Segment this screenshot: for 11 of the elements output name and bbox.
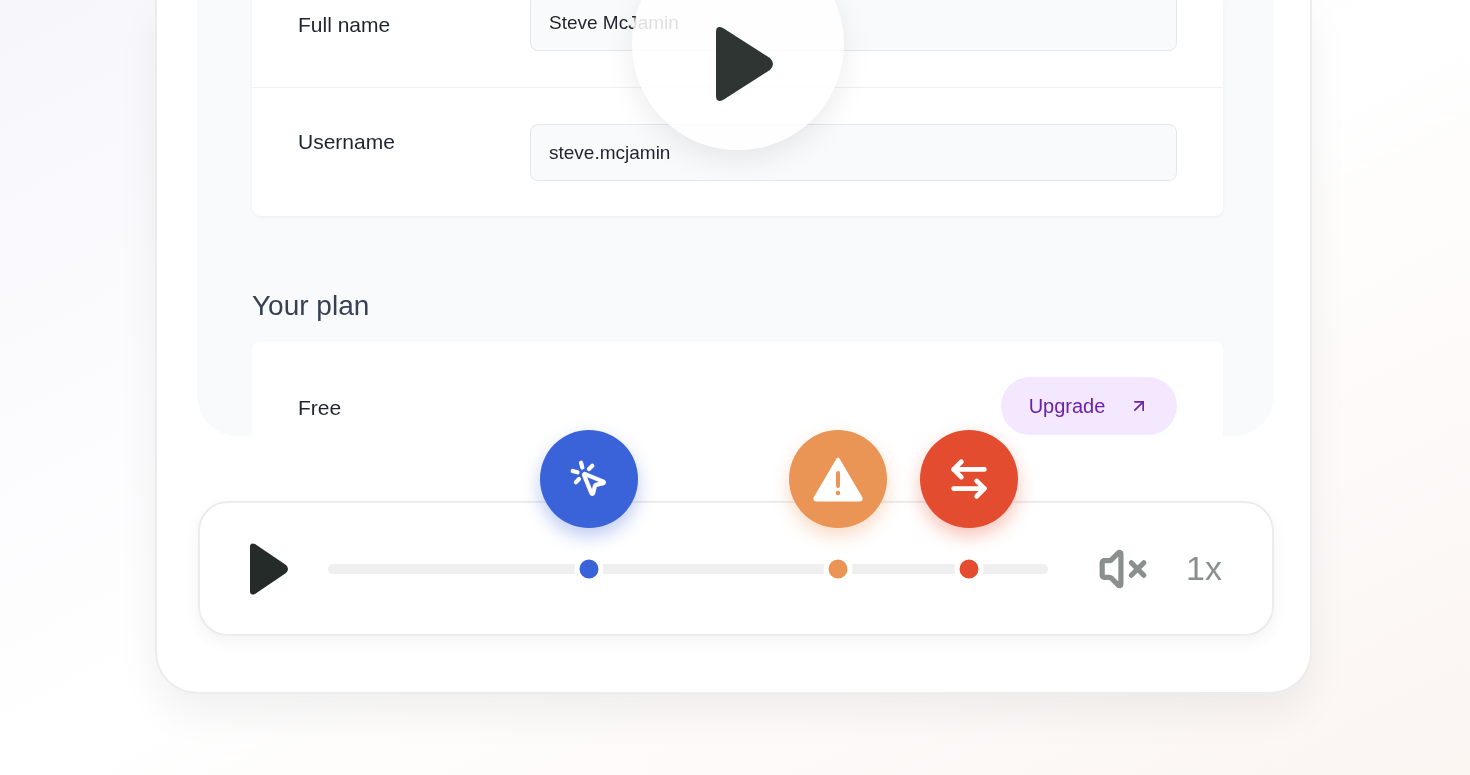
event-marker-button[interactable]: [919, 430, 1018, 528]
field-label: Username: [298, 129, 396, 155]
pointer-click-icon: [569, 459, 609, 499]
upgrade-button[interactable]: Upgrade: [1001, 377, 1177, 435]
text-field[interactable]: steve.mcjamin: [530, 124, 1177, 181]
field-label: Full name: [298, 12, 392, 38]
event-marker-button[interactable]: [540, 430, 638, 528]
warning-icon: [811, 456, 864, 502]
event-marker-button[interactable]: [788, 430, 887, 528]
plan-name: Free: [298, 395, 342, 421]
section-heading: Your plan: [252, 289, 371, 323]
